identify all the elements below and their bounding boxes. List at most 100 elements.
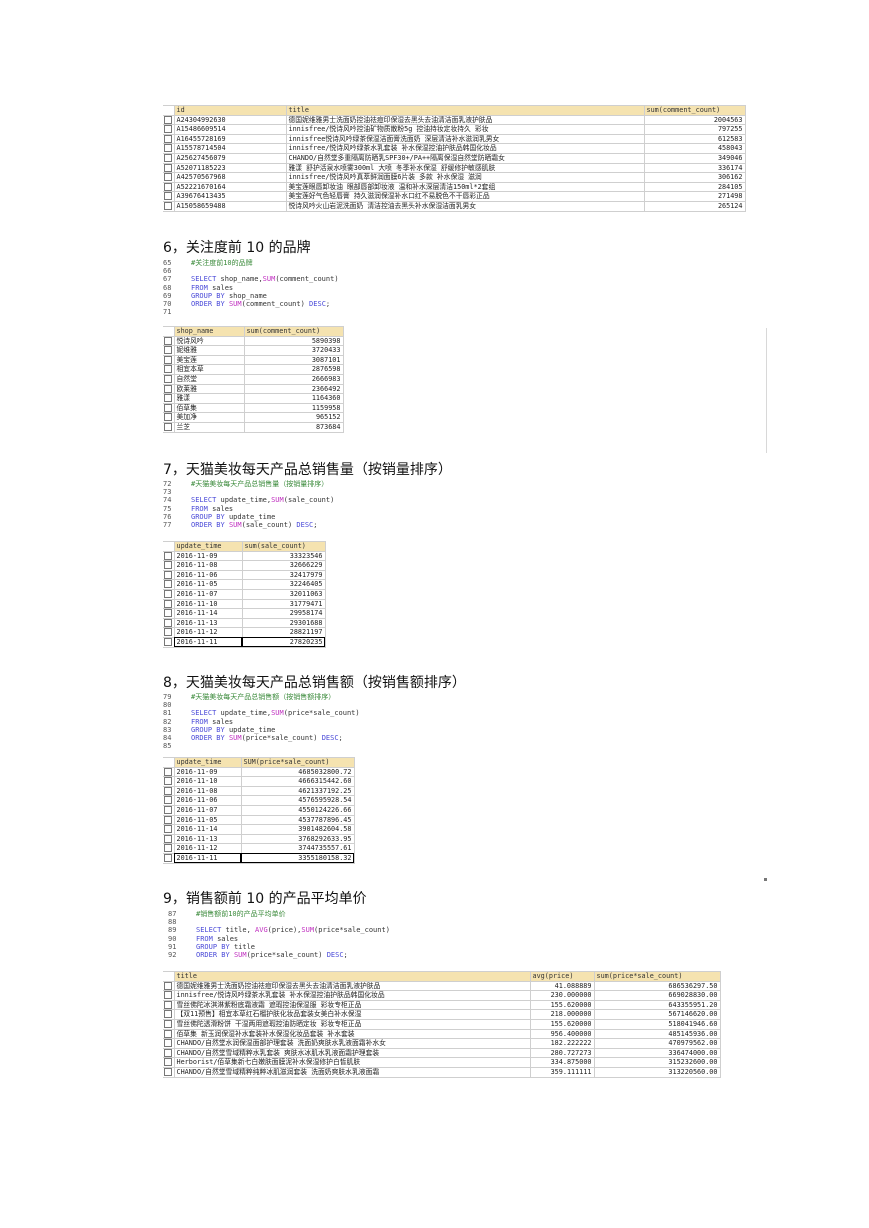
column-header[interactable]: title bbox=[285, 105, 645, 116]
table-cell[interactable]: 41.088889 bbox=[529, 980, 595, 992]
row-checkbox[interactable] bbox=[163, 172, 175, 183]
row-checkbox[interactable] bbox=[163, 627, 175, 638]
table-cell[interactable]: A39676413435 bbox=[173, 191, 287, 202]
row-checkbox[interactable] bbox=[163, 560, 175, 571]
checkbox-icon[interactable] bbox=[164, 144, 172, 153]
table-cell[interactable]: 336174 bbox=[643, 162, 746, 174]
checkbox-icon[interactable] bbox=[164, 164, 172, 172]
checkbox-icon[interactable] bbox=[164, 183, 172, 191]
table-cell[interactable]: innisfree/悦诗风吟绿茶水乳套装 补水保湿控油护肤品韩国化妆品 bbox=[173, 990, 531, 1001]
table-row[interactable]: 兰芝 873684 bbox=[163, 421, 344, 433]
checkbox-icon[interactable] bbox=[164, 628, 172, 637]
table-row[interactable]: 2016-11-09 33323546 bbox=[163, 550, 326, 562]
table-cell[interactable]: 2016-11-13 bbox=[173, 833, 242, 845]
table-cell[interactable]: 3744735557.61 bbox=[240, 843, 355, 854]
table-row[interactable]: 雪丝佛陀透滑粉饼 干湿两用遮瑕控油防晒定妆 彩妆专柜正品 155.620000 51… bbox=[163, 1018, 721, 1030]
table-row[interactable]: A52221670164 美宝莲眼唇卸妆油 眼部唇部卸妆液 温和补水深层清洁150… bbox=[163, 181, 746, 193]
table-row[interactable]: 相宜本草 2876598 bbox=[163, 364, 344, 375]
table-row[interactable]: CHANDO/自然堂水润保湿面部护理套装 洗面奶爽肤水乳液面霜补水女 182.22… bbox=[163, 1038, 721, 1049]
row-checkbox[interactable] bbox=[163, 990, 175, 1001]
checkbox-icon[interactable] bbox=[164, 1020, 172, 1029]
checkbox-icon[interactable] bbox=[164, 619, 172, 627]
checkbox-icon[interactable] bbox=[164, 173, 172, 182]
table-cell[interactable]: 29958174 bbox=[241, 608, 326, 619]
table-cell[interactable]: 相宜本草 bbox=[173, 364, 245, 375]
table-row[interactable]: 2016-11-11 27820235 bbox=[163, 636, 326, 648]
row-checkbox[interactable] bbox=[163, 776, 175, 787]
table-cell[interactable]: 315232600.00 bbox=[593, 1057, 721, 1068]
table-row[interactable]: 美加净 965152 bbox=[163, 412, 344, 423]
table-cell[interactable]: 2016-11-11 bbox=[173, 852, 242, 864]
table-cell[interactable]: 567146620.00 bbox=[593, 1009, 721, 1020]
table-row[interactable]: CHANDO/自然堂雪域精粹水乳套装 爽肤水冰肌水乳液面霜护理套装 280.727… bbox=[163, 1047, 721, 1059]
table-cell[interactable]: 280.727273 bbox=[529, 1047, 595, 1059]
table-cell[interactable]: 1159958 bbox=[243, 402, 344, 414]
table-cell[interactable]: 32011063 bbox=[241, 588, 326, 600]
table-cell[interactable]: 29301688 bbox=[241, 617, 326, 629]
table-cell[interactable]: 佰草集 bbox=[173, 402, 245, 414]
table-cell[interactable]: 4550124226.66 bbox=[240, 804, 355, 816]
table-cell[interactable]: 485145936.00 bbox=[593, 1028, 721, 1040]
column-header[interactable]: sum(sale_count) bbox=[241, 541, 326, 552]
table-row[interactable]: 2016-11-12 28821197 bbox=[163, 627, 326, 638]
table-cell[interactable]: innisfree悦诗风吟绿茶保湿洁面膏洗面奶 深层清洁补水滋润乳男女 bbox=[285, 133, 645, 145]
table-cell[interactable]: 956.400000 bbox=[529, 1028, 595, 1040]
table-cell[interactable]: 美宝莲好气色轻唇膏 持久滋润保湿补水口红不易脱色不干唇彩正品 bbox=[285, 191, 645, 202]
table-cell[interactable]: A24304992630 bbox=[173, 114, 287, 126]
table-cell[interactable]: 美宝莲眼唇卸妆油 眼部唇部卸妆液 温和补水深层清洁150ml*2套组 bbox=[285, 181, 645, 193]
row-checkbox[interactable] bbox=[163, 804, 175, 816]
checkbox-icon[interactable] bbox=[164, 404, 172, 412]
table-row[interactable]: 2016-11-08 4621337192.25 bbox=[163, 785, 355, 797]
table-row[interactable]: 2016-11-07 4550124226.66 bbox=[163, 804, 355, 816]
table-cell[interactable]: Herborist/佰草集新七白嫩肤面膜泥补水保湿修护白皙肌肤 bbox=[173, 1057, 531, 1068]
checkbox-icon[interactable] bbox=[164, 638, 172, 647]
table-cell[interactable]: 欧莱雅 bbox=[173, 383, 245, 395]
table-row[interactable]: 德国妮维雅男士洗面奶控油祛痘印保湿去黑头去油清洁面乳液护肤品 41.088889 6… bbox=[163, 980, 721, 992]
row-checkbox[interactable] bbox=[163, 354, 175, 366]
checkbox-icon[interactable] bbox=[164, 423, 172, 432]
table-row[interactable]: 自然堂 2666983 bbox=[163, 373, 344, 385]
row-checkbox[interactable] bbox=[163, 852, 175, 864]
table-cell[interactable]: 470979562.00 bbox=[593, 1038, 721, 1049]
table-cell[interactable]: 【双11预售】相宜本草红石榴护肤化妆品套装女美白补水保湿 bbox=[173, 1009, 531, 1020]
checkbox-icon[interactable] bbox=[164, 337, 172, 345]
checkbox-icon[interactable] bbox=[164, 192, 172, 201]
table-cell[interactable]: A25627456079 bbox=[173, 152, 287, 164]
table-cell[interactable]: 雅漾 舒护活泉水喷雾300ml 大喷 冬季补水保湿 舒缓修护敏感肌肤 bbox=[285, 162, 645, 174]
table-cell[interactable]: 1164360 bbox=[243, 393, 344, 404]
row-checkbox[interactable] bbox=[163, 162, 175, 174]
table-cell[interactable]: 271498 bbox=[643, 191, 746, 202]
checkbox-icon[interactable] bbox=[164, 135, 172, 143]
table-cell[interactable]: A16455728169 bbox=[173, 133, 287, 145]
table-cell[interactable]: 自然堂 bbox=[173, 373, 245, 385]
table-row[interactable]: 2016-11-13 3768292633.95 bbox=[163, 833, 355, 845]
column-header[interactable]: update_time bbox=[173, 541, 243, 552]
table-cell[interactable]: 33323546 bbox=[241, 550, 326, 562]
table-cell[interactable]: 458043 bbox=[643, 143, 746, 154]
table-cell[interactable]: 2016-11-12 bbox=[173, 627, 243, 638]
table-row[interactable]: A25627456079 CHANDO/自然堂多重隔离防晒乳SPF30+/PA++… bbox=[163, 152, 746, 164]
column-header[interactable]: sum(comment_count) bbox=[243, 326, 344, 337]
checkbox-icon[interactable] bbox=[164, 385, 172, 393]
table-cell[interactable]: 2016-11-06 bbox=[173, 795, 242, 806]
row-checkbox[interactable] bbox=[163, 579, 175, 590]
table-cell[interactable]: 2016-11-05 bbox=[173, 814, 242, 826]
table-cell[interactable]: 雪丝佛陀透滑粉饼 干湿两用遮瑕控油防晒定妆 彩妆专柜正品 bbox=[173, 1018, 531, 1030]
checkbox-icon[interactable] bbox=[164, 835, 172, 843]
checkbox-icon[interactable] bbox=[164, 356, 172, 364]
table-cell[interactable]: 3901482604.58 bbox=[240, 824, 355, 835]
table-cell[interactable]: A52071185223 bbox=[173, 162, 287, 174]
table-cell[interactable]: 2016-11-09 bbox=[173, 766, 242, 778]
row-checkbox[interactable] bbox=[163, 191, 175, 202]
table-cell[interactable]: 797255 bbox=[643, 124, 746, 135]
table-cell[interactable]: 3355180158.32 bbox=[240, 852, 355, 864]
table-cell[interactable]: CHANDO/自然堂雪域精粹水乳套装 爽肤水冰肌水乳液面霜护理套装 bbox=[173, 1047, 531, 1059]
table-cell[interactable]: CHANDO/自然堂水润保湿面部护理套装 洗面奶爽肤水乳液面霜补水女 bbox=[173, 1038, 531, 1049]
table-cell[interactable]: 3720433 bbox=[243, 345, 344, 356]
table-row[interactable]: 美宝莲 3087101 bbox=[163, 354, 344, 366]
table-cell[interactable]: 妮维雅 bbox=[173, 345, 245, 356]
checkbox-icon[interactable] bbox=[164, 796, 172, 805]
row-checkbox[interactable] bbox=[163, 785, 175, 797]
row-checkbox[interactable] bbox=[163, 550, 175, 562]
table-cell[interactable]: innisfree/悦诗风吟真萃鲜润面膜6片装 多款 补水保湿 滋润 bbox=[285, 172, 645, 183]
